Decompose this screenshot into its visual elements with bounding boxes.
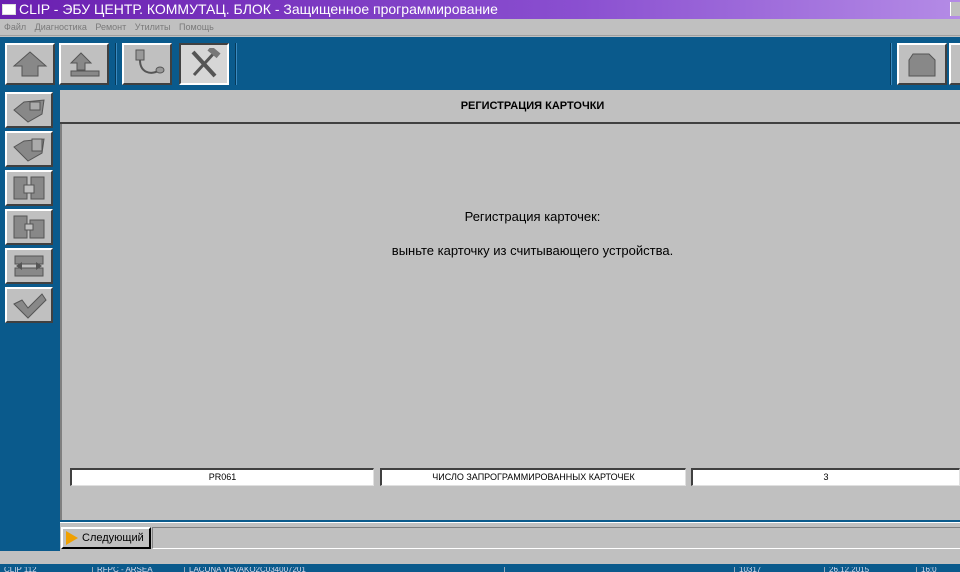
menu-utilities[interactable]: Утилиты	[135, 22, 171, 32]
home-button[interactable]	[5, 43, 55, 85]
status-cell-date: 26.12.2015	[824, 567, 916, 572]
print-icon	[908, 53, 936, 77]
status-cell-version: CLIP 112	[4, 567, 37, 572]
print-button[interactable]	[897, 43, 947, 85]
label-field: ЧИСЛО ЗАПРОГРАММИРОВАННЫХ КАРТОЧЕК	[380, 468, 686, 486]
menu-bar: Файл Диагностика Ремонт Утилиты Помощь	[0, 19, 960, 36]
sidebar-parts-button[interactable]	[5, 170, 53, 206]
status-cell-time: 16:0	[916, 567, 960, 572]
app-frame: РЕГИСТРАЦИЯ КАРТОЧКИ Регистрация карточе…	[0, 37, 960, 551]
vehicle-check-icon	[13, 138, 45, 162]
next-button[interactable]: Следующий	[61, 527, 151, 549]
value-field: 3	[691, 468, 960, 486]
panel-edge	[60, 124, 62, 520]
navigation-strip: Следующий	[60, 522, 960, 551]
instruction-line-1: Регистрация карточек:	[464, 209, 601, 224]
status-cell-vin: LACUNA VEVAKO2C034007201	[184, 567, 504, 572]
sidebar-validate-button[interactable]	[5, 287, 53, 323]
status-cell-number: 10317	[734, 567, 824, 572]
sidebar-vehicle-id-button[interactable]	[5, 92, 53, 128]
diagnostic-cable-button[interactable]	[122, 43, 172, 85]
status-cell-interface: RFPC - ARSEA	[92, 567, 184, 572]
diagnostic-cable-icon	[135, 49, 165, 74]
status-bar: CLIP 112 RFPC - ARSEA LACUNA VEVAKO2C034…	[0, 551, 960, 572]
up-level-icon	[69, 52, 100, 77]
toolbar-extra-button[interactable]	[949, 43, 960, 85]
sidebar-configuration-button[interactable]	[5, 248, 53, 284]
parts-icon	[13, 176, 45, 200]
toolbar-separator	[235, 43, 237, 85]
sidebar-vehicle-check-button[interactable]	[5, 131, 53, 167]
menu-diagnostics[interactable]: Диагностика	[35, 22, 87, 32]
page-title: РЕГИСТРАЦИЯ КАРТОЧКИ	[460, 100, 605, 112]
parts-replace-icon	[13, 215, 45, 239]
navigation-groove	[152, 527, 960, 549]
app-icon[interactable]	[2, 4, 16, 15]
code-field: PR061	[70, 468, 374, 486]
vehicle-id-icon	[13, 99, 45, 123]
configuration-icon	[14, 255, 44, 277]
sidebar-parts-replace-button[interactable]	[5, 209, 53, 245]
status-cell-blank	[504, 567, 734, 572]
instruction-line-2: выньте карточку из считывающего устройст…	[391, 243, 674, 258]
content-header: РЕГИСТРАЦИЯ КАРТОЧКИ	[60, 90, 960, 124]
validate-icon	[13, 293, 47, 319]
next-button-label: Следующий	[82, 532, 144, 544]
content-panel: РЕГИСТРАЦИЯ КАРТОЧКИ Регистрация карточе…	[60, 90, 960, 520]
up-level-button[interactable]	[59, 43, 109, 85]
home-arrow-icon	[12, 51, 48, 77]
play-arrow-icon	[66, 531, 78, 545]
menu-file[interactable]: Файл	[4, 22, 26, 32]
tools-icon	[191, 48, 221, 78]
title-bar: CLIP - ЭБУ ЦЕНТР. КОММУТАЦ. БЛОК - Защищ…	[0, 0, 960, 19]
window-title: CLIP - ЭБУ ЦЕНТР. КОММУТАЦ. БЛОК - Защищ…	[19, 1, 498, 17]
menu-help[interactable]: Помощь	[179, 22, 214, 32]
menu-repair[interactable]: Ремонт	[95, 22, 126, 32]
tools-button[interactable]	[179, 43, 229, 85]
toolbar-separator	[115, 43, 117, 85]
window-control-button[interactable]	[950, 2, 960, 16]
toolbar-separator	[890, 43, 892, 85]
